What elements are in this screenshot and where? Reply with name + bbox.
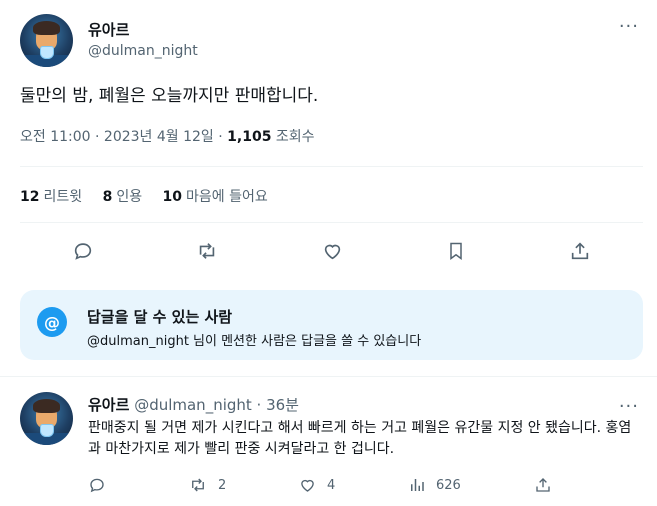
like-icon[interactable] <box>317 236 347 266</box>
reply-icon[interactable] <box>88 476 116 494</box>
views-count: 1,105 <box>227 129 272 145</box>
tweet-meta: 오전 11:00 · 2023년 4월 12일 · 1,105 조회수 <box>20 126 315 146</box>
bookmark-icon[interactable] <box>441 236 471 266</box>
reply-header: 유아르 @dulman_night · 36분 <box>88 394 299 415</box>
retweet-icon <box>192 478 204 492</box>
avatar[interactable] <box>20 14 73 67</box>
views-icon <box>411 479 424 491</box>
reply-retweet-count: 2 <box>218 477 227 493</box>
retweet-icon[interactable] <box>192 236 222 266</box>
reply-views-count: 626 <box>436 477 461 493</box>
reply-icon[interactable] <box>68 236 98 266</box>
divider <box>0 376 657 377</box>
views-button[interactable]: 626 <box>408 476 461 494</box>
reply-like-count: 4 <box>327 477 336 493</box>
reply-text: 판매중지 될 거면 제가 시킨다고 해서 빠르게 하는 거고 폐월은 유간물 지… <box>88 420 632 457</box>
share-icon[interactable] <box>565 236 595 266</box>
more-icon[interactable]: ··· <box>619 16 639 37</box>
retweet-button[interactable]: 2 <box>188 476 226 494</box>
more-icon[interactable]: ··· <box>619 396 639 417</box>
reply-restriction-subtitle: @dulman_night 님이 멘션한 사람은 답글을 쓸 수 있습니다 <box>87 334 422 349</box>
engagement-stats: 12 리트윗 8 인용 10 마음에 들어요 <box>20 186 284 206</box>
like-button[interactable]: 4 <box>298 476 335 494</box>
avatar[interactable] <box>20 392 73 445</box>
author-handle[interactable]: @dulman_night <box>88 43 198 59</box>
tweet-text: 둘만의 밤, 폐월은 오늘까지만 판매합니다. <box>20 86 319 106</box>
divider <box>20 222 643 223</box>
divider <box>20 166 643 167</box>
likes-stat[interactable]: 10 마음에 들어요 <box>163 189 268 205</box>
quotes-stat[interactable]: 8 인용 <box>103 189 143 205</box>
reply-author-name[interactable]: 유아르 <box>88 396 129 414</box>
reply-handle-time[interactable]: @dulman_night · 36분 <box>134 396 299 414</box>
share-icon[interactable] <box>534 476 562 494</box>
like-icon <box>301 479 314 492</box>
retweets-stat[interactable]: 12 리트윗 <box>20 189 82 205</box>
at-sign-icon: @ <box>37 307 67 337</box>
timestamp[interactable]: 오전 11:00 · 2023년 4월 12일 · <box>20 129 227 145</box>
views-label: 조회수 <box>271 129 315 145</box>
reply-restriction-title: 답글을 달 수 있는 사람 <box>87 308 233 326</box>
author-name[interactable]: 유아르 <box>88 19 129 40</box>
reply-restriction-box: @ 답글을 달 수 있는 사람 @dulman_night 님이 멘션한 사람은… <box>20 290 643 360</box>
